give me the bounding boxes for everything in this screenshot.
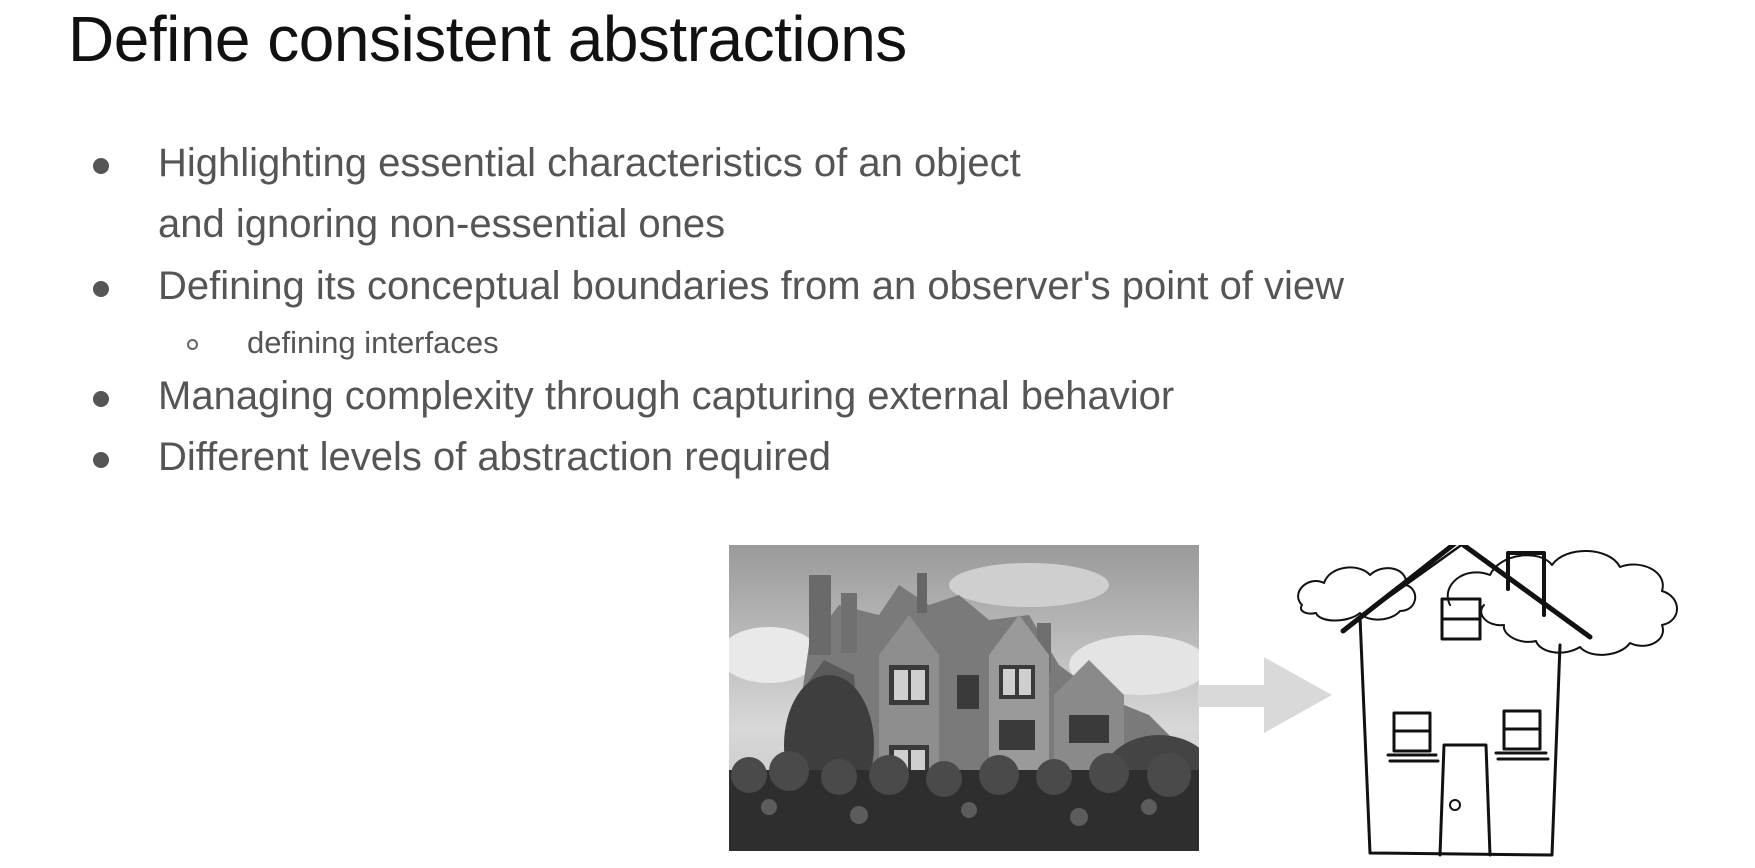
bullet-dot xyxy=(93,452,109,468)
bullet-3-line-1: Managing complexity through capturing ex… xyxy=(158,374,1175,418)
bullet-dot xyxy=(93,281,109,297)
sub-bullet-line-1: defining interfaces xyxy=(247,325,499,360)
bullet-dot xyxy=(93,391,109,407)
house-sketch-icon xyxy=(1290,538,1705,863)
grayscale-mansion-photo xyxy=(729,545,1199,851)
bullet-1-line-1: Highlighting essential characteristics o… xyxy=(158,141,1021,185)
bullet-2-line-1: Defining its conceptual boundaries from … xyxy=(158,264,1345,308)
slide: Define consistent abstractions Highlight… xyxy=(0,0,1755,868)
bullet-dot xyxy=(93,158,109,174)
sub-bullet-ring xyxy=(187,339,198,350)
bullet-1-line-2: and ignoring non-essential ones xyxy=(158,202,726,246)
bullet-4-line-1: Different levels of abstraction required xyxy=(158,435,831,479)
